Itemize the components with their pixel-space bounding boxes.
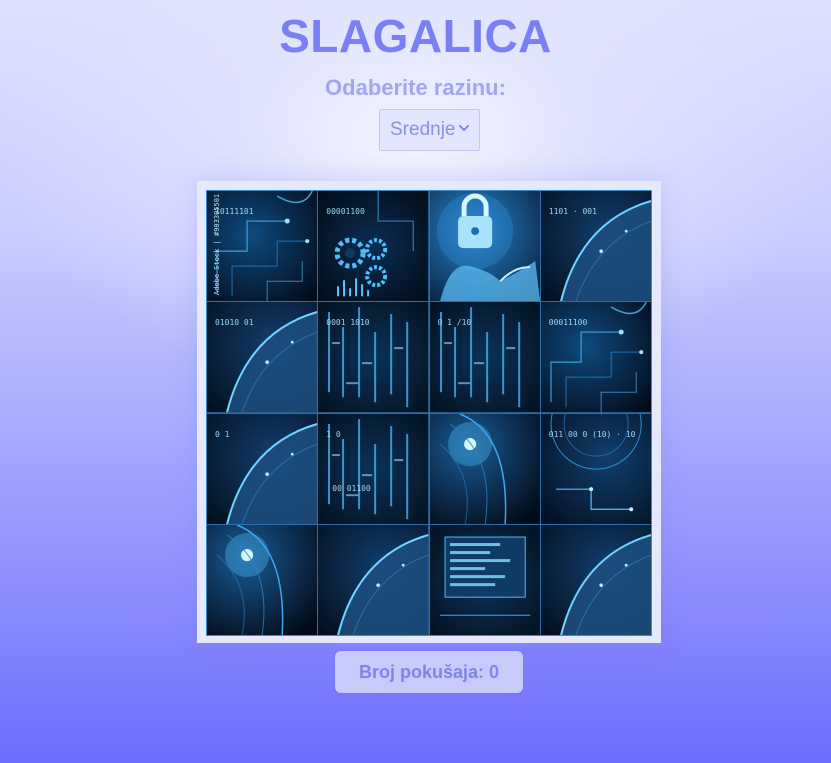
puzzle-tile[interactable]: 1 0 00 01100 [318,413,429,524]
attempts-counter: Broj pokušaja: 0 [335,651,523,693]
puzzle-tile[interactable] [318,524,429,635]
tile-text: 01010 01 [215,318,254,328]
tile-image [318,524,429,635]
puzzle-tile[interactable]: 01010 01 [207,302,318,413]
puzzle-tile[interactable]: 0001 1010 [318,302,429,413]
page-title: SLAGALICA [279,10,552,62]
puzzle-tile[interactable]: 1101 · 001 [540,191,651,302]
tile-image [207,524,318,635]
level-select[interactable]: Srednje [379,109,480,151]
level-label: Odaberite razinu: [325,75,506,100]
level-select-value: Srednje [390,119,456,140]
tile-text: 00011100 [548,318,588,328]
tile-text: 1101 · 001 [548,207,597,216]
tile-image [429,413,540,524]
puzzle-tile[interactable] [207,524,318,635]
tile-image [540,524,651,635]
tile-text: 0001 1010 [326,318,370,328]
puzzle-tile[interactable]: 011 00 0 (10) · 10 [540,413,651,524]
tile-text: 0 1 /10 [437,318,472,328]
puzzle-tile[interactable]: 10111101 Adobe Stock | #903305501 [207,191,318,302]
tile-text: 1 0 [326,429,341,439]
tile-text: Adobe Stock | #903305501 [213,193,221,295]
tile-image [429,524,540,635]
puzzle-tile[interactable]: 0 1 /10 [429,302,540,413]
chevron-down-icon [459,125,469,131]
puzzle-tile[interactable] [429,413,540,524]
puzzle-tile[interactable] [429,524,540,635]
tile-text: 00 01100 [332,483,371,493]
puzzle-board: 10111101 Adobe Stock | #903305501 0000110… [206,190,652,636]
tile-image [429,191,540,302]
puzzle-tile[interactable]: 0 1 [207,413,318,524]
tile-text: 0 1 [215,429,230,439]
tile-text: 011 00 0 (10) · 10 [548,429,636,439]
puzzle-tile[interactable] [540,524,651,635]
puzzle-tile[interactable] [429,191,540,302]
tile-text: 00001100 [326,207,365,216]
puzzle-tile[interactable]: 00011100 [540,302,651,413]
puzzle-tile[interactable]: 00001100 [318,191,429,302]
